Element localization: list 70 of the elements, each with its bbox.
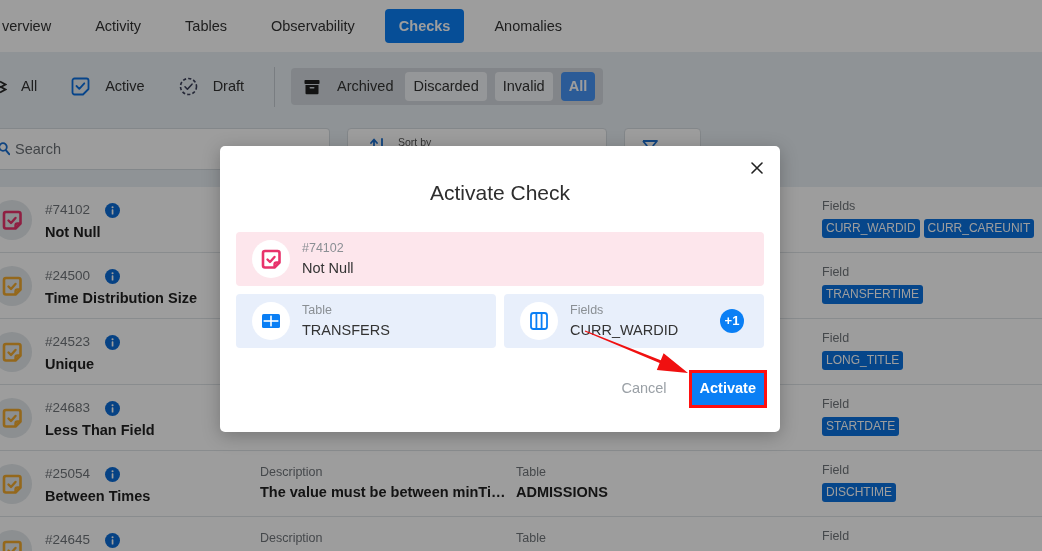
column-value: ADMISSIONS xyxy=(516,483,609,501)
search-icon xyxy=(0,141,10,157)
table-icon xyxy=(252,302,290,340)
check-id: #24683 xyxy=(45,399,91,417)
field-label: Field xyxy=(822,528,851,544)
info-icon[interactable] xyxy=(105,334,121,350)
column-label: Table xyxy=(516,530,547,546)
field-tag: TRANSFERTIME xyxy=(822,285,924,304)
check-id: #24645 xyxy=(45,531,91,549)
info-icon[interactable] xyxy=(105,532,121,548)
activate-button[interactable]: Activate xyxy=(688,370,767,408)
field-label: Fields xyxy=(822,198,857,214)
layers-icon xyxy=(0,79,7,94)
check-name: Time Distribution Size xyxy=(45,289,198,307)
archive-icon xyxy=(304,78,321,95)
check-status-icon xyxy=(0,199,32,240)
column-value: The value must be between minTi… xyxy=(260,483,507,501)
field-tag: LONG_TITLE xyxy=(822,351,904,370)
column-label: Description xyxy=(260,464,324,480)
nav-tab[interactable]: verview xyxy=(0,9,66,43)
check-status-icon xyxy=(252,240,290,278)
check-name: Not Null xyxy=(302,259,354,277)
field-label: Field xyxy=(822,396,851,412)
check-id: #74102 xyxy=(302,241,345,256)
nav-tab[interactable]: Anomalies xyxy=(480,9,577,43)
field-label: Field xyxy=(822,264,851,280)
nav-tab[interactable]: Observability xyxy=(257,9,369,43)
field-tag: STARTDATE xyxy=(822,417,900,436)
field-tag: DISCHTIME xyxy=(822,483,896,502)
check-status-icon xyxy=(0,265,32,306)
status-filter[interactable]: All xyxy=(0,75,38,98)
archived-label: Archived xyxy=(337,76,394,96)
archived-option[interactable]: Discarded xyxy=(405,72,487,101)
close-icon xyxy=(751,162,763,174)
check-status-icon xyxy=(0,397,32,438)
nav-tab[interactable]: Tables xyxy=(171,9,241,43)
field-name: CURR_WARDID xyxy=(570,321,679,339)
dashed-check-icon xyxy=(178,77,198,96)
nav-tab[interactable]: Checks xyxy=(384,9,465,43)
fields-label: Fields xyxy=(570,303,605,318)
field-tag: CURR_WARDID xyxy=(822,219,920,238)
columns-icon xyxy=(520,302,558,340)
count-badge: +1 xyxy=(720,309,744,333)
field-label: Field xyxy=(822,462,851,478)
check-status-icon xyxy=(0,463,32,504)
check-id: #24500 xyxy=(45,267,91,285)
status-filter[interactable]: Active xyxy=(71,75,145,98)
column-label: Table xyxy=(516,464,547,480)
info-icon[interactable] xyxy=(105,466,121,482)
check-name: Not Null xyxy=(45,223,102,241)
check-status-icon xyxy=(0,331,32,372)
check-name: Less Than Field xyxy=(45,421,156,439)
table-name: TRANSFERS xyxy=(302,321,390,339)
dialog-title: Activate Check xyxy=(428,180,572,206)
info-icon[interactable] xyxy=(105,268,121,284)
status-filter[interactable]: Draft xyxy=(178,75,245,98)
archived-option[interactable]: Invalid xyxy=(494,72,553,101)
column-label: Description xyxy=(260,530,324,546)
field-label: Field xyxy=(822,330,851,346)
check-id: #74102 xyxy=(45,201,91,219)
check-id: #25054 xyxy=(45,465,91,483)
check-name: Between Times xyxy=(45,487,152,505)
info-icon[interactable] xyxy=(105,202,121,218)
info-icon[interactable] xyxy=(105,400,121,416)
table-label: Table xyxy=(302,303,333,318)
filter-icon xyxy=(642,140,658,146)
check-id: #24523 xyxy=(45,333,91,351)
field-tag: CURR_CAREUNIT xyxy=(923,219,1035,238)
check-name: Unique xyxy=(45,355,96,373)
nav-tab[interactable]: Activity xyxy=(81,9,156,43)
